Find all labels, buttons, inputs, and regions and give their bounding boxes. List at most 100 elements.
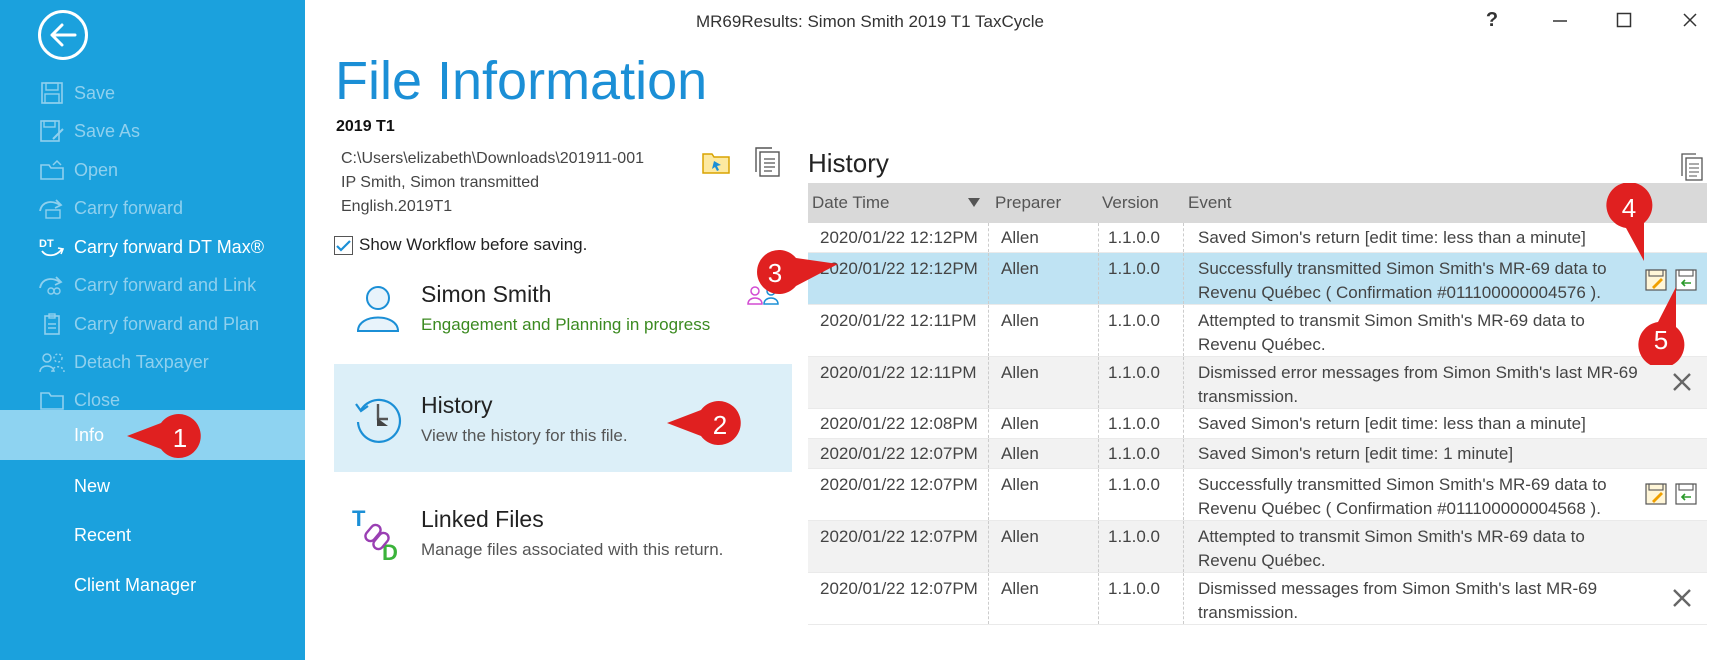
column-header-event[interactable]: Event xyxy=(1188,193,1231,213)
callout-number: 5 xyxy=(1653,324,1669,355)
menu-carry-forward-plan[interactable]: Carry forward and Plan xyxy=(0,303,305,345)
copy-history-button[interactable] xyxy=(1679,152,1705,182)
menu-carry-forward[interactable]: Carry forward xyxy=(0,187,305,229)
workflow-label: Show Workflow before saving. xyxy=(359,235,588,254)
restore-return-icon[interactable] xyxy=(1675,483,1697,505)
table-row[interactable]: 2020/01/22 12:07PM Allen 1.1.0.0 Saved S… xyxy=(808,439,1707,469)
file-path[interactable]: C:\Users\elizabeth\Downloads\201911-001 … xyxy=(341,147,644,219)
cell-event: Saved Simon's return [edit time: less th… xyxy=(1198,414,1586,433)
menu-client-manager[interactable]: Client Manager xyxy=(0,564,305,606)
table-row[interactable]: 2020/01/22 12:12PM Allen 1.1.0.0 Saved S… xyxy=(808,223,1707,253)
callout-number: 2 xyxy=(712,409,728,440)
table-row[interactable]: 2020/01/22 12:07PM Allen 1.1.0.0 Dismiss… xyxy=(808,573,1707,625)
cell-date: 2020/01/22 12:07PM xyxy=(820,475,978,494)
open-folder-button[interactable] xyxy=(701,150,731,176)
carry-forward-icon xyxy=(38,195,66,221)
cell-preparer: Allen xyxy=(1001,527,1039,546)
cell-event: Dismissed messages from Simon Smith's la… xyxy=(1198,579,1598,622)
maximize-button[interactable] xyxy=(1604,6,1644,34)
save-icon xyxy=(38,80,66,106)
callout-number: 1 xyxy=(172,422,188,453)
menu-save[interactable]: Save xyxy=(0,72,305,114)
history-table: Date Time Preparer Version Event 2020/01… xyxy=(808,183,1707,625)
menu-save-as[interactable]: Save As xyxy=(0,110,305,152)
copy-path-button[interactable] xyxy=(752,146,782,178)
menu-carry-forward-dt-max[interactable]: DT Carry forward DT Max® xyxy=(0,226,305,268)
cell-event: Dismissed error messages from Simon Smit… xyxy=(1198,363,1638,406)
cell-event: Successfully transmitted Simon Smith's M… xyxy=(1198,475,1607,518)
card-title: Linked Files xyxy=(421,506,544,532)
back-arrow-icon[interactable] xyxy=(38,10,88,60)
cell-date: 2020/01/22 12:07PM xyxy=(820,579,978,598)
callout-number: 4 xyxy=(1621,192,1637,223)
cell-event: Attempted to transmit Simon Smith's MR-6… xyxy=(1198,527,1585,570)
row-actions xyxy=(1645,483,1697,505)
minimize-button[interactable] xyxy=(1540,6,1580,34)
dt-max-icon: DT xyxy=(38,234,66,260)
table-row[interactable]: 2020/01/22 12:08PM Allen 1.1.0.0 Saved S… xyxy=(808,409,1707,439)
menu-open[interactable]: Open xyxy=(0,149,305,191)
table-row[interactable]: 2020/01/22 12:07PM Allen 1.1.0.0 Success… xyxy=(808,469,1707,521)
menu-label: Info xyxy=(74,424,105,445)
history-clock-icon xyxy=(352,392,404,444)
cell-event: Attempted to transmit Simon Smith's MR-6… xyxy=(1198,311,1585,354)
show-workflow-checkbox[interactable]: Show Workflow before saving. xyxy=(334,235,587,255)
carry-forward-plan-icon xyxy=(38,311,66,337)
callout-5: 5 xyxy=(1636,287,1686,365)
card-title: History xyxy=(421,392,493,418)
cell-preparer: Allen xyxy=(1001,444,1039,463)
cell-version: 1.1.0.0 xyxy=(1108,228,1160,247)
cell-date: 2020/01/22 12:12PM xyxy=(820,228,978,247)
file-path-line: IP Smith, Simon transmitted xyxy=(341,174,539,191)
copy-document-icon xyxy=(1681,153,1703,181)
detach-taxpayer-icon xyxy=(38,349,66,375)
close-window-button[interactable] xyxy=(1670,6,1710,34)
table-row[interactable]: 2020/01/22 12:11PM Allen 1.1.0.0 Attempt… xyxy=(808,305,1707,357)
carry-forward-link-icon xyxy=(38,272,66,298)
menu-carry-forward-link[interactable]: Carry forward and Link xyxy=(0,264,305,306)
page-title: File Information xyxy=(335,51,708,111)
card-title: Simon Smith xyxy=(421,281,552,307)
column-header-date[interactable]: Date Time xyxy=(812,193,889,213)
menu-label: Open xyxy=(74,159,119,180)
minimize-icon xyxy=(1553,20,1567,22)
copy-document-icon xyxy=(755,147,780,177)
linked-files-icon: TD xyxy=(352,506,404,565)
cell-version: 1.1.0.0 xyxy=(1108,527,1160,546)
cell-version: 1.1.0.0 xyxy=(1108,444,1160,463)
checkbox-box[interactable] xyxy=(334,235,353,255)
window-title: MR69Results: Simon Smith 2019 T1 TaxCycl… xyxy=(695,12,1045,31)
cell-version: 1.1.0.0 xyxy=(1108,311,1160,330)
table-row[interactable]: 2020/01/22 12:07PM Allen 1.1.0.0 Attempt… xyxy=(808,521,1707,573)
cell-version: 1.1.0.0 xyxy=(1108,414,1160,433)
help-button[interactable]: ? xyxy=(1472,6,1512,34)
cell-date: 2020/01/22 12:07PM xyxy=(820,444,978,463)
menu-label: Detach Taxpayer xyxy=(74,351,209,372)
column-header-version[interactable]: Version xyxy=(1102,193,1159,213)
callout-2: 2 xyxy=(667,400,745,450)
dismiss-x-icon[interactable] xyxy=(1671,371,1693,393)
sort-descending-icon[interactable] xyxy=(968,198,980,207)
cell-version: 1.1.0.0 xyxy=(1108,363,1160,382)
menu-new[interactable]: New xyxy=(0,465,305,507)
menu-label: Close xyxy=(74,389,121,410)
menu-label: Carry forward and Plan xyxy=(74,313,260,334)
file-version: 2019 T1 xyxy=(336,118,395,135)
column-header-preparer[interactable]: Preparer xyxy=(995,193,1061,213)
menu-label: Save xyxy=(74,82,116,103)
card-taxpayer[interactable]: Simon Smith Engagement and Planning in p… xyxy=(334,253,792,361)
dismiss-x-icon[interactable] xyxy=(1671,587,1693,609)
menu-recent[interactable]: Recent xyxy=(0,514,305,556)
file-path-line: C:\Users\elizabeth\Downloads\201911-001 xyxy=(341,150,644,167)
open-archived-return-icon[interactable] xyxy=(1645,483,1667,505)
menu-label: Carry forward and Link xyxy=(74,274,257,295)
backstage-sidebar: Save Save As Open Carry forward DT Carry… xyxy=(0,0,305,660)
callout-4: 4 xyxy=(1604,183,1654,261)
menu-detach-taxpayer[interactable]: Detach Taxpayer xyxy=(0,341,305,383)
open-folder-icon xyxy=(38,157,66,183)
table-row[interactable]: 2020/01/22 12:11PM Allen 1.1.0.0 Dismiss… xyxy=(808,357,1707,409)
menu-label: New xyxy=(74,475,111,496)
card-linked-files[interactable]: TD Linked Files Manage files associated … xyxy=(334,478,792,586)
history-table-header: Date Time Preparer Version Event xyxy=(808,183,1707,223)
table-row[interactable]: 2020/01/22 12:12PM Allen 1.1.0.0 Success… xyxy=(808,253,1707,305)
